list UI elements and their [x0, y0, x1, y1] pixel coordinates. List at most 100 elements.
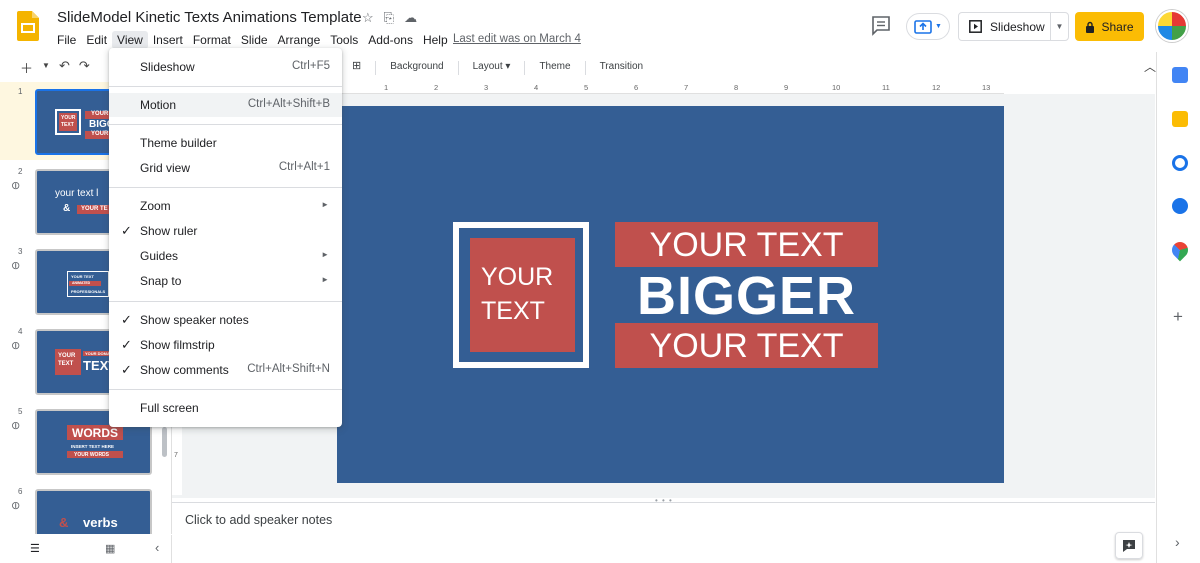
filmstrip-view-icon[interactable]: ☰ [30, 542, 40, 555]
menu-item-label: Show filmstrip [140, 338, 215, 352]
slideshow-main[interactable]: Slideshow [959, 13, 1051, 40]
app-window: SlideModel Kinetic Texts Animations Temp… [0, 0, 1200, 563]
ruler-tick: 11 [882, 83, 890, 92]
cloud-saved-icon[interactable]: ☁ [404, 10, 417, 26]
menu-edit[interactable]: Edit [81, 31, 112, 49]
menu-item-zoom[interactable]: Zoom ► [109, 194, 342, 218]
menu-item-full-screen[interactable]: Full screen [109, 396, 342, 420]
layout-label: Layout [472, 61, 503, 72]
contacts-icon[interactable] [1172, 198, 1188, 214]
menu-item-slideshow[interactable]: Slideshow Ctrl+F5 [109, 55, 342, 79]
menu-item-motion[interactable]: Motion Ctrl+Alt+Shift+B [109, 93, 342, 117]
thumb-text: WORDS [72, 426, 118, 440]
box-line-1: YOUR [481, 263, 554, 291]
keep-icon[interactable] [1172, 111, 1188, 127]
menu-separator [109, 124, 342, 125]
slideshow-dropdown-icon[interactable]: ▼ [1051, 22, 1068, 31]
thumb-text: ANIMATED [72, 281, 91, 285]
comment-history-icon[interactable] [870, 14, 892, 36]
share-button[interactable]: Share [1075, 12, 1144, 41]
menu-item-show-speaker-notes[interactable]: ✓ Show speaker notes [109, 308, 342, 332]
filmstrip-slide-6[interactable]: 6 ⊘ & verbs [0, 482, 171, 534]
slide-thumbnail[interactable]: & verbs [35, 489, 152, 534]
collapse-filmstrip-icon[interactable]: ‹ [155, 540, 159, 555]
menu-insert[interactable]: Insert [148, 31, 188, 49]
link-icon: ⊘ [8, 178, 24, 194]
thumb-text: verbs [83, 515, 118, 530]
lock-icon [1086, 21, 1095, 33]
theme-button[interactable]: Theme [539, 61, 570, 75]
menu-item-shortcut: Ctrl+Alt+1 [278, 161, 330, 173]
menu-arrange[interactable]: Arrange [273, 31, 326, 49]
link-icon: ⊘ [8, 338, 24, 354]
layout-button[interactable]: Layout ▾ [473, 61, 511, 75]
toolbar-separator [375, 61, 377, 75]
speaker-notes[interactable]: Click to add speaker notes [172, 502, 1155, 563]
calendar-icon[interactable] [1172, 67, 1188, 83]
menu-format[interactable]: Format [188, 31, 236, 49]
menu-bar: File Edit View Insert Format Slide Arran… [52, 31, 453, 49]
menu-file[interactable]: File [52, 31, 81, 49]
view-menu: Slideshow Ctrl+F5 Motion Ctrl+Alt+Shift+… [109, 48, 342, 427]
menu-item-grid-view[interactable]: Grid view Ctrl+Alt+1 [109, 156, 342, 180]
horizontal-ruler[interactable]: 1 2 3 4 5 6 7 8 9 10 11 12 13 [342, 82, 1004, 94]
move-folder-icon[interactable]: ⎘ [384, 10, 394, 26]
slide-number: 2 [18, 167, 23, 176]
box-line-2: TEXT [481, 297, 545, 325]
get-addons-icon[interactable]: + [1173, 307, 1183, 327]
menu-item-label: Slideshow [140, 60, 195, 74]
slide-number: 5 [18, 407, 23, 416]
tasks-icon[interactable] [1172, 155, 1188, 171]
vruler-tick: 7 [174, 452, 178, 459]
slideshow-button[interactable]: Slideshow ▼ [958, 12, 1069, 41]
menu-item-snap-to[interactable]: Snap to ► [109, 269, 342, 293]
side-panel: + › [1156, 52, 1200, 563]
thumb-text: YOUR TEXT [71, 274, 94, 279]
maps-icon[interactable] [1168, 238, 1192, 262]
account-avatar[interactable] [1156, 10, 1188, 42]
star-icon[interactable]: ☆ [362, 10, 374, 26]
toolbar-separator [524, 61, 526, 75]
menu-view[interactable]: View [112, 31, 148, 49]
new-slide-icon[interactable]: ＋ [20, 58, 33, 77]
undo-icon[interactable]: ↶ [59, 58, 70, 77]
present-to-meeting-button[interactable]: ▼ [906, 13, 950, 40]
bigger-text[interactable]: BIGGER [615, 265, 878, 327]
bottom-text-bar[interactable]: YOUR TEXT [615, 323, 878, 368]
transition-button[interactable]: Transition [600, 61, 644, 75]
present-up-icon [914, 19, 932, 34]
document-title[interactable]: SlideModel Kinetic Texts Animations Temp… [57, 9, 362, 26]
menu-item-show-comments[interactable]: ✓ Show comments Ctrl+Alt+Shift+N [109, 358, 342, 382]
menu-item-guides[interactable]: Guides ► [109, 244, 342, 268]
speaker-notes-placeholder[interactable]: Click to add speaker notes [185, 513, 332, 527]
background-button[interactable]: Background [390, 61, 443, 75]
thumb-text: YOUR [58, 353, 76, 359]
submenu-arrow-icon: ► [321, 275, 329, 284]
slides-logo-icon[interactable] [17, 11, 39, 41]
menu-addons[interactable]: Add-ons [363, 31, 418, 49]
filmstrip-scrollbar[interactable] [162, 427, 167, 457]
grid-view-icon[interactable]: ▦ [105, 542, 115, 555]
line-icon[interactable]: ⊞ [352, 59, 361, 75]
slideshow-label: Slideshow [990, 19, 1045, 34]
menu-tools[interactable]: Tools [325, 31, 363, 49]
new-slide-dropdown-icon[interactable]: ▼ [42, 61, 50, 77]
menu-item-theme-builder[interactable]: Theme builder [109, 131, 342, 155]
menu-help[interactable]: Help [418, 31, 453, 49]
menu-slide[interactable]: Slide [236, 31, 273, 49]
text-frame-box[interactable]: YOUR TEXT [453, 222, 589, 368]
thumb-text: YOUR [91, 131, 109, 137]
explore-icon [1123, 539, 1135, 552]
menu-item-show-filmstrip[interactable]: ✓ Show filmstrip [109, 333, 342, 357]
last-edit-link[interactable]: Last edit was on March 4 [453, 33, 581, 45]
menu-item-shortcut: Ctrl+F5 [291, 60, 330, 72]
current-slide[interactable]: YOUR TEXT YOUR TEXT BIGGER YOUR TEXT [337, 106, 1004, 483]
menu-item-show-ruler[interactable]: ✓ Show ruler [109, 219, 342, 243]
collapse-menus-icon[interactable]: ︿ [1144, 58, 1156, 75]
explore-button[interactable] [1115, 532, 1143, 559]
top-text-bar[interactable]: YOUR TEXT [615, 222, 878, 267]
chevron-down-icon: ▼ [935, 23, 942, 30]
redo-icon[interactable]: ↷ [79, 58, 90, 77]
menu-item-label: Theme builder [140, 136, 217, 150]
show-side-panel-icon[interactable]: › [1175, 534, 1180, 550]
